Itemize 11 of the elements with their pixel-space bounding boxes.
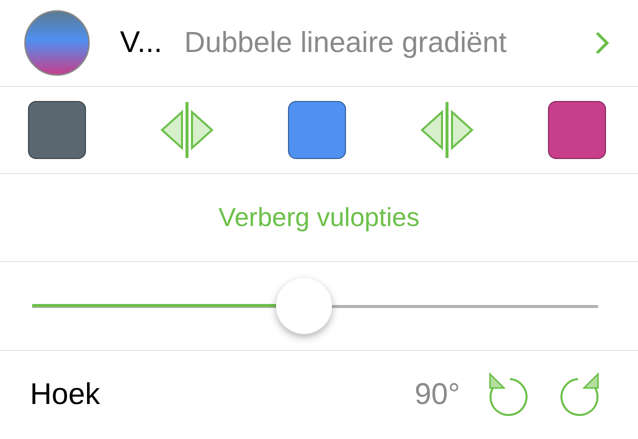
gradient-preview-icon[interactable] [24, 10, 90, 76]
color-swatch[interactable] [288, 101, 346, 159]
color-swatch[interactable] [28, 101, 86, 159]
fill-name: V... [120, 26, 162, 60]
fill-type-label[interactable]: Dubbele lineaire gradiënt [184, 26, 507, 60]
slider-thumb[interactable] [276, 278, 332, 334]
angle-value: 90° [414, 378, 460, 412]
angle-label: Hoek [30, 378, 100, 412]
color-swatch[interactable] [548, 101, 606, 159]
hide-fill-options-button[interactable]: Verberg vulopties [218, 202, 420, 233]
chevron-right-icon[interactable] [594, 30, 610, 56]
